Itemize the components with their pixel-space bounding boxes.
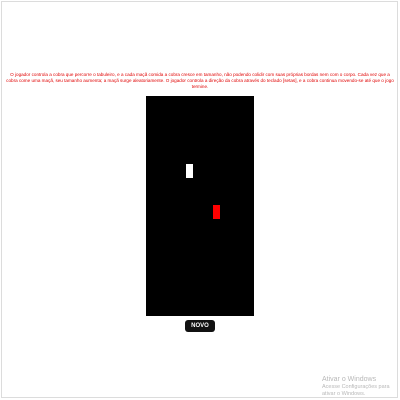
game-board[interactable]	[146, 96, 254, 316]
windows-activation-watermark: Ativar o Windows Acesse Configurações pa…	[322, 375, 400, 398]
food-apple	[213, 205, 220, 219]
watermark-subtitle: Acesse Configurações para ativar o Windo…	[322, 384, 390, 397]
game-instructions: O jogador controla a cobra que percorre …	[6, 72, 394, 89]
new-game-button[interactable]: NOVO JOGO	[185, 320, 215, 341]
watermark-title: Ativar o Windows	[322, 376, 377, 383]
snake-segment	[186, 164, 193, 178]
